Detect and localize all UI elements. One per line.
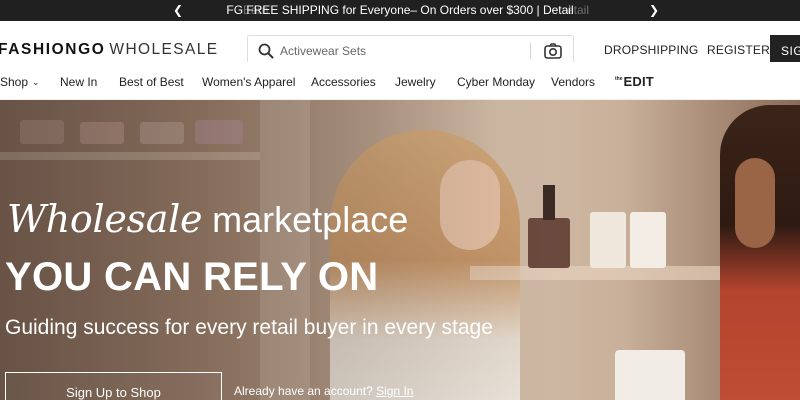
main-nav: Shop ⌄ New In Best of Best Women's Appare… [0,62,800,100]
nav-item-new-in[interactable]: New In [60,75,97,89]
chevron-left-icon[interactable]: ❮ [168,0,188,21]
chevron-right-icon[interactable]: ❯ [644,0,664,21]
hero-overlay [0,100,800,400]
announcement-message[interactable]: FG FREE SHIPPING for Everyone– On Orders… [0,0,800,21]
hero-headline-2: YOU CAN RELY ON [5,255,379,299]
nav-item-womens-apparel[interactable]: Women's Apparel [202,75,295,89]
nav-item-label: Shop [0,75,29,89]
edit-the: the [615,76,623,82]
logo-brand: FASHIONGO [0,41,106,58]
sign-up-to-shop-button[interactable]: Sign Up to Shop [5,372,222,400]
logo[interactable]: FASHIONGO WHOLESALE [0,41,219,59]
hero-subheadline: Guiding success for every retail buyer i… [5,316,493,339]
announcement-bar: Earn etail FG FREE SHIPPING for Everyone… [0,0,800,21]
nav-item-jewelry[interactable]: Jewelry [395,75,436,89]
edit-label: EDIT [623,74,654,89]
nav-item-accessories[interactable]: Accessories [311,75,376,89]
sign-in-link[interactable]: Sign In [376,384,413,398]
hero-headline-italic: Wholesale [7,197,203,241]
hero-banner: Wholesale marketplace YOU CAN RELY ON Gu… [0,100,800,400]
nav-item-best-of-best[interactable]: Best of Best [119,75,184,89]
search-divider [530,43,531,59]
nav-item-the-edit[interactable]: theEDIT [615,74,654,89]
dropshipping-link[interactable]: DROPSHIPPING [604,43,698,57]
already-text: Already have an account? [234,384,377,398]
register-link[interactable]: REGISTER [707,43,770,57]
chevron-down-icon: ⌄ [32,77,40,87]
nav-item-shop[interactable]: Shop ⌄ [0,75,40,89]
logo-sub: WHOLESALE [109,41,219,58]
camera-icon[interactable] [544,43,562,59]
search-icon[interactable] [258,43,274,59]
nav-item-cyber-monday[interactable]: Cyber Monday [457,75,535,89]
already-have-account: Already have an account? Sign In [234,384,413,398]
hero-headline-regular: marketplace [202,199,409,240]
hero-headline-1: Wholesale marketplace [7,197,408,242]
nav-item-vendors[interactable]: Vendors [551,75,595,89]
